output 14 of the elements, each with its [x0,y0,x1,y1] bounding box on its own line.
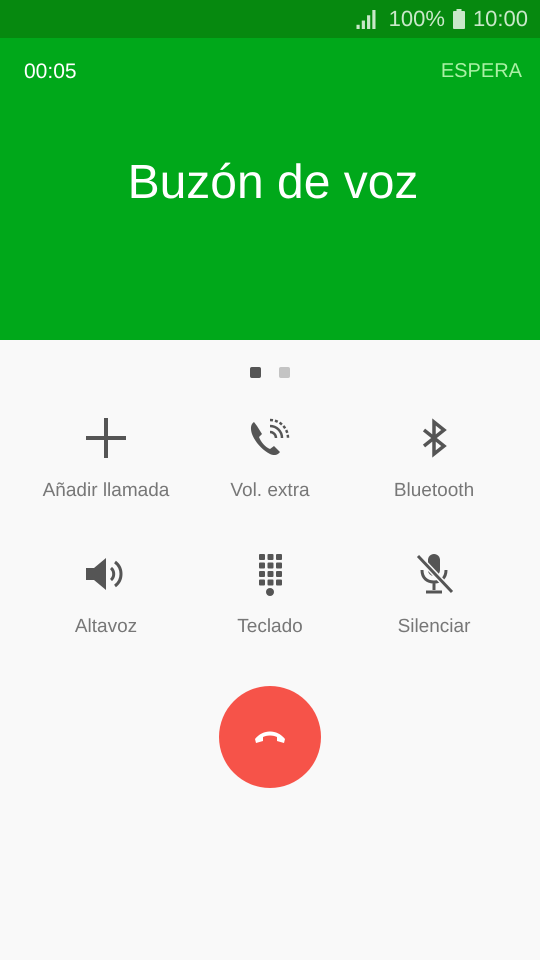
call-action-button[interactable]: Altavoz [24,546,188,642]
clock: 10:00 [472,6,528,32]
call-timer: 00:05 [24,60,77,84]
call-action-button[interactable]: Vol. extra [188,410,352,506]
battery-icon [452,9,465,29]
phone-hangup-icon [254,730,286,744]
battery-percent: 100% [388,6,445,32]
signal-icon [354,10,377,28]
caller-name: Buzón de voz [126,155,420,210]
call-action-button[interactable]: Añadir llamada [24,410,188,506]
call-action-button[interactable]: Teclado [188,546,352,642]
hold-button[interactable]: ESPERA [440,56,522,87]
call-action-button[interactable]: Silenciar [352,546,516,642]
call-action-button[interactable]: Bluetooth [352,410,516,506]
